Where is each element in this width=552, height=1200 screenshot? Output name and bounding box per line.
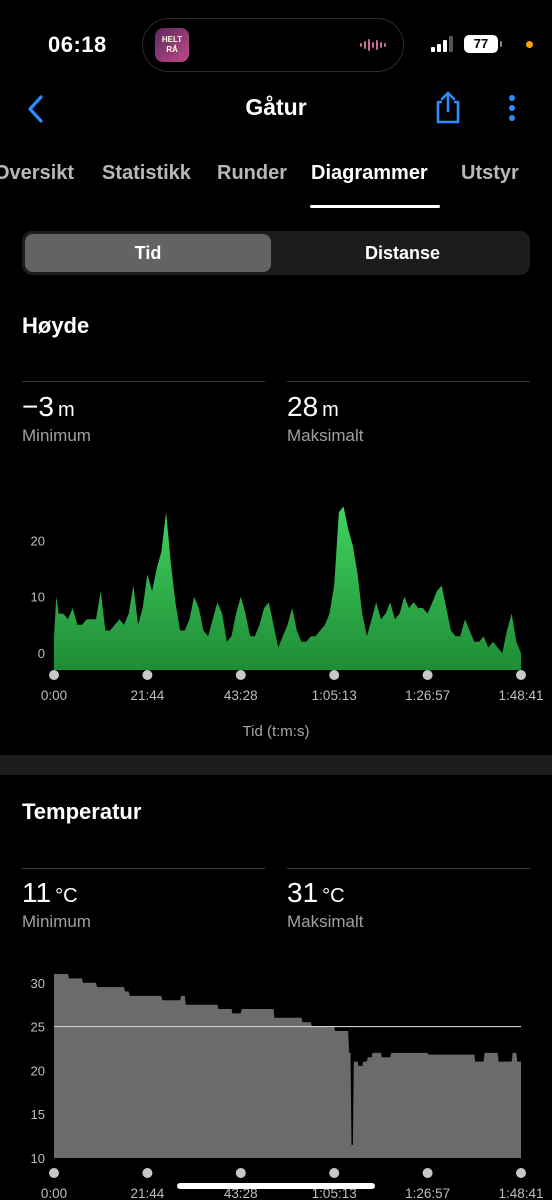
page-title: Gåtur <box>245 94 307 120</box>
temperature-max-label: Maksimalt <box>287 912 364 931</box>
x-tick-marker <box>516 670 526 680</box>
privacy-indicator-dot <box>526 41 533 48</box>
y-tick-label: 30 <box>31 976 45 991</box>
share-icon[interactable] <box>434 90 462 124</box>
x-tick-label: 1:26:57 <box>405 1186 450 1200</box>
x-tick-label: 1:48:41 <box>498 1186 543 1200</box>
series-area <box>54 506 521 670</box>
dynamic-island[interactable]: HELT RÅ <box>142 18 404 72</box>
temperature-title: Temperatur <box>22 799 142 824</box>
x-tick-marker <box>49 1168 59 1178</box>
tab-utstyr[interactable]: Utstyr <box>461 162 519 185</box>
x-tick-marker <box>142 670 153 680</box>
x-tick-label: 21:44 <box>131 688 165 703</box>
x-tick-marker <box>329 670 340 680</box>
nav-bar: Gåtur <box>0 88 552 128</box>
tab-diagrammer[interactable]: Diagrammer <box>311 162 428 185</box>
x-tick-label: 0:00 <box>41 688 67 703</box>
active-tab-indicator <box>310 205 440 208</box>
elevation-min-label: Minimum <box>22 426 91 445</box>
temperature-chart[interactable]: 10152025300:00 21:44 43:28 1:05:13 1:26:57 1:… <box>0 960 552 1200</box>
more-options-icon[interactable] <box>506 94 518 124</box>
x-tick-marker <box>142 1168 153 1178</box>
temperature-min-number: 11 <box>22 877 52 908</box>
temperature-max-unit: °C <box>322 885 345 907</box>
y-tick-label: 25 <box>31 1020 45 1035</box>
x-tick-marker <box>422 670 433 680</box>
elevation-x-axis-label: Tid (t:m:s) <box>242 723 310 740</box>
divider <box>22 381 265 382</box>
status-bar: 06:18 HELT RÅ 77 <box>0 0 552 88</box>
segment-tid[interactable]: Tid <box>25 234 271 272</box>
divider <box>287 381 530 382</box>
x-tick-label: 1:26:57 <box>405 688 450 703</box>
status-time: 06:18 <box>48 32 107 57</box>
home-indicator[interactable] <box>177 1183 375 1189</box>
signal-icon <box>431 36 453 52</box>
temperature-min-unit: °C <box>55 885 78 907</box>
x-tick-label: 21:44 <box>131 1186 165 1200</box>
audio-waveform-icon <box>360 39 386 51</box>
y-tick-label: 15 <box>31 1107 45 1122</box>
x-tick-marker <box>235 670 246 680</box>
segment-distanse[interactable]: Distanse <box>278 234 527 272</box>
elevation-max-value: 28 m <box>287 391 339 423</box>
x-tick-marker <box>49 670 59 680</box>
divider <box>287 868 530 869</box>
x-tick-label: 43:28 <box>224 688 258 703</box>
elevation-chart[interactable]: 0 10 20 0:00 21:44 43:28 1:05:13 1:26:57 1:48:41 <box>0 470 552 710</box>
x-tick-label: 0:00 <box>41 1186 67 1200</box>
battery-icon: 77 <box>464 35 502 53</box>
series-area <box>54 974 521 1158</box>
temperature-min-label: Minimum <box>22 912 91 931</box>
temperature-min-value: 11 °C <box>22 877 78 909</box>
x-tick-marker <box>235 1168 246 1178</box>
x-tick-marker <box>329 1168 340 1178</box>
y-tick-label: 20 <box>31 533 45 548</box>
temperature-max-number: 31 <box>287 877 319 908</box>
temperature-max-value: 31 °C <box>287 877 345 909</box>
x-axis-segmented-control: Tid Distanse <box>22 231 530 275</box>
elevation-max-unit: m <box>322 399 339 421</box>
x-tick-label: 1:48:41 <box>498 688 543 703</box>
elevation-title: Høyde <box>22 313 90 338</box>
y-tick-label: 0 <box>38 646 45 661</box>
tab-bar: Oversikt Statistikk Runder Diagrammer Ut… <box>0 160 552 210</box>
y-tick-label: 10 <box>31 590 45 605</box>
y-tick-label: 10 <box>31 1151 45 1166</box>
tab-runder[interactable]: Runder <box>217 162 287 185</box>
section-separator <box>0 755 552 775</box>
divider <box>22 868 265 869</box>
x-tick-marker <box>516 1168 526 1178</box>
elevation-min-unit: m <box>57 399 75 421</box>
x-tick-marker <box>422 1168 433 1178</box>
now-playing-artwork: HELT RÅ <box>155 28 189 62</box>
elevation-max-number: 28 <box>287 391 319 422</box>
elevation-min-value: −3 m <box>22 391 75 423</box>
tab-statistikk[interactable]: Statistikk <box>102 162 191 185</box>
elevation-max-label: Maksimalt <box>287 426 364 445</box>
x-tick-label: 1:05:13 <box>312 688 357 703</box>
elevation-min-number: −3 <box>22 391 54 422</box>
tab-oversikt[interactable]: Oversikt <box>0 162 74 185</box>
y-tick-label: 20 <box>31 1063 45 1078</box>
